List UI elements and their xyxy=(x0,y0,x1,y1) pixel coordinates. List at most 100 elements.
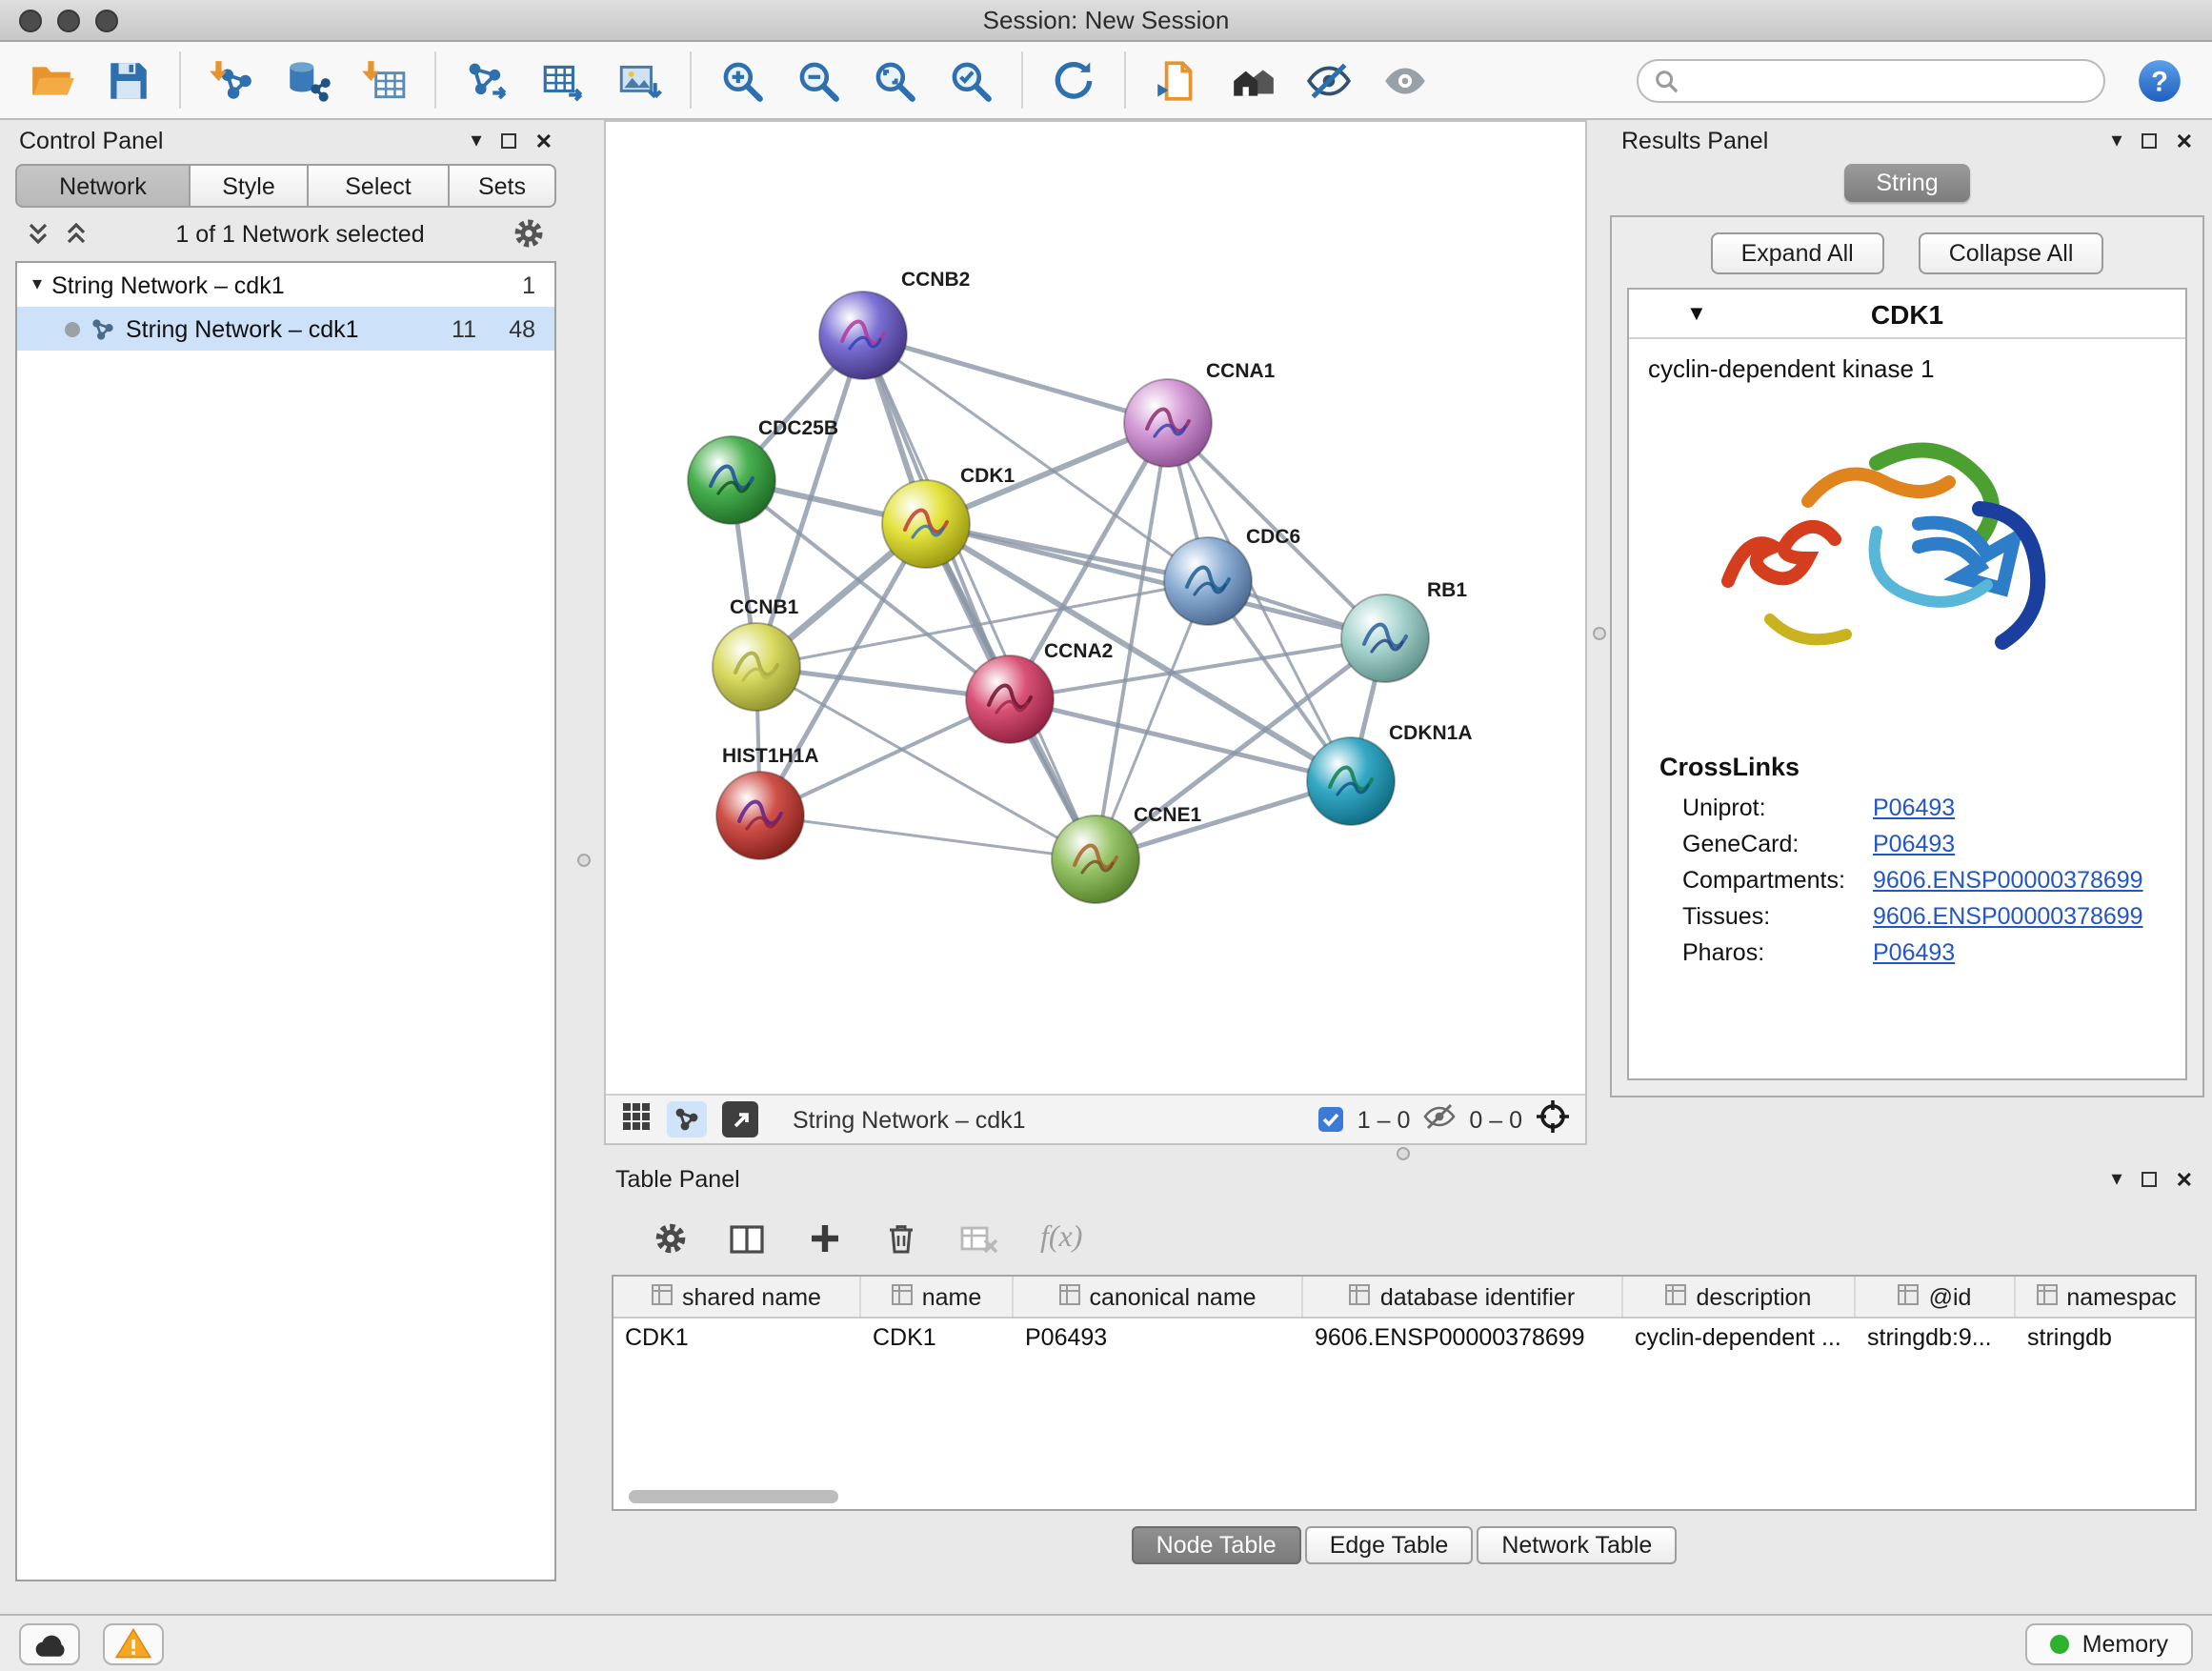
panel-menu-icon[interactable]: ▾ xyxy=(2112,1169,2122,1190)
zoom-window-button[interactable] xyxy=(95,10,118,32)
network-node-CCNB2[interactable]: CCNB2 xyxy=(819,269,970,379)
protein-section-header[interactable]: ▼ CDK1 xyxy=(1629,290,2185,339)
network-collection-row[interactable]: ▾ String Network – cdk1 1 xyxy=(17,263,554,307)
birds-eye-view-icon[interactable] xyxy=(621,1101,652,1137)
splitter-handle[interactable] xyxy=(1593,627,1606,640)
close-panel-icon[interactable]: ✕ xyxy=(2176,129,2193,153)
tab-string[interactable]: String xyxy=(1843,164,1970,202)
import-network-from-file-icon[interactable] xyxy=(206,54,257,106)
column-header[interactable]: canonical name xyxy=(1014,1277,1303,1317)
float-panel-icon[interactable] xyxy=(2142,133,2157,149)
refresh-icon[interactable] xyxy=(1048,54,1099,106)
new-network-icon[interactable] xyxy=(461,54,513,106)
gear-icon[interactable] xyxy=(513,217,545,250)
zoom-in-icon[interactable] xyxy=(716,54,768,106)
warning-status-button[interactable] xyxy=(103,1622,164,1664)
table-row[interactable]: CDK1CDK1P064939606.ENSP00000378699cyclin… xyxy=(613,1319,2195,1360)
crosslink-value-link[interactable]: 9606.ENSP00000378699 xyxy=(1873,902,2143,929)
hide-graphics-details-icon[interactable] xyxy=(1303,54,1355,106)
table-cell[interactable]: stringdb:9... xyxy=(1856,1319,2016,1360)
select-columns-icon[interactable] xyxy=(730,1222,766,1255)
export-image-icon[interactable] xyxy=(613,54,665,106)
table-cell[interactable]: 9606.ENSP00000378699 xyxy=(1303,1319,1623,1360)
tab-style[interactable]: Style xyxy=(191,164,309,208)
network-edge[interactable] xyxy=(863,335,1096,859)
zoom-out-icon[interactable] xyxy=(793,54,844,106)
column-header[interactable]: name xyxy=(861,1277,1014,1317)
fit-content-crosshair-icon[interactable] xyxy=(1536,1099,1570,1139)
collapse-section-caret-icon[interactable]: ▼ xyxy=(1686,302,1707,325)
zoom-selected-icon[interactable] xyxy=(945,54,996,106)
delete-column-icon[interactable] xyxy=(884,1221,918,1256)
network-node-CCNA1[interactable]: CCNA1 xyxy=(1124,360,1276,467)
horizontal-scrollbar[interactable] xyxy=(629,1490,838,1503)
network-edge[interactable] xyxy=(863,335,1168,423)
tab-select[interactable]: Select xyxy=(309,164,450,208)
tree-expand-caret-icon[interactable]: ▾ xyxy=(32,274,42,295)
crosslink-value-link[interactable]: P06493 xyxy=(1873,794,1955,820)
splitter-handle[interactable] xyxy=(1397,1147,1410,1160)
hidden-eye-slash-icon[interactable] xyxy=(1423,1103,1456,1136)
tab-edge-table[interactable]: Edge Table xyxy=(1305,1526,1474,1564)
close-panel-icon[interactable]: ✕ xyxy=(535,129,553,153)
collapse-all-icon[interactable] xyxy=(27,221,50,246)
crosslink-value-link[interactable]: 9606.ENSP00000378699 xyxy=(1873,866,2143,893)
panel-menu-icon[interactable]: ▾ xyxy=(2112,131,2122,151)
table-cell[interactable]: stringdb xyxy=(2016,1319,2197,1360)
show-graphics-details-icon[interactable] xyxy=(1379,54,1431,106)
tab-network[interactable]: Network xyxy=(15,164,191,208)
network-node-CDKN1A[interactable]: CDKN1A xyxy=(1307,722,1473,825)
network-edge[interactable] xyxy=(760,815,1096,859)
minimize-window-button[interactable] xyxy=(57,10,80,32)
tab-node-table[interactable]: Node Table xyxy=(1132,1526,1301,1564)
splitter-handle[interactable] xyxy=(577,854,591,867)
cloud-status-button[interactable] xyxy=(19,1622,80,1664)
table-cell[interactable]: P06493 xyxy=(1014,1319,1303,1360)
network-node-HIST1H1A[interactable]: HIST1H1A xyxy=(716,745,819,859)
crosslink-value-link[interactable]: P06493 xyxy=(1873,938,1955,965)
export-table-icon[interactable] xyxy=(537,54,589,106)
collapse-all-button[interactable]: Collapse All xyxy=(1919,232,2104,274)
network-row[interactable]: String Network – cdk1 11 48 xyxy=(17,307,554,351)
close-panel-icon[interactable]: ✕ xyxy=(2176,1167,2193,1192)
float-panel-icon[interactable] xyxy=(2142,1172,2157,1187)
import-network-from-database-icon[interactable] xyxy=(282,54,333,106)
network-node-CCNB1[interactable]: CCNB1 xyxy=(713,596,800,711)
network-node-RB1[interactable]: RB1 xyxy=(1341,579,1467,682)
selected-count-checkbox[interactable] xyxy=(1319,1107,1344,1132)
help-icon[interactable]: ? xyxy=(2134,54,2185,106)
table-cell[interactable]: CDK1 xyxy=(613,1319,861,1360)
network-node-CDC25B[interactable]: CDC25B xyxy=(688,417,838,524)
import-table-from-file-icon[interactable] xyxy=(358,54,410,106)
close-window-button[interactable] xyxy=(19,10,42,32)
table-cell[interactable]: CDK1 xyxy=(861,1319,1014,1360)
save-session-icon[interactable] xyxy=(103,54,154,106)
network-view-mode-icon[interactable] xyxy=(667,1101,707,1137)
home-icon[interactable] xyxy=(1227,54,1278,106)
column-header[interactable]: database identifier xyxy=(1303,1277,1623,1317)
gear-icon[interactable] xyxy=(654,1221,688,1256)
column-header[interactable]: namespac xyxy=(2016,1277,2195,1317)
memory-button[interactable]: Memory xyxy=(2025,1622,2193,1664)
open-session-icon[interactable] xyxy=(27,54,78,106)
clear-table-icon[interactable] xyxy=(960,1224,998,1253)
column-header[interactable]: @id xyxy=(1856,1277,2016,1317)
zoom-fit-icon[interactable] xyxy=(869,54,920,106)
column-header[interactable]: description xyxy=(1623,1277,1856,1317)
search-input[interactable] xyxy=(1690,67,2088,93)
expand-all-button[interactable]: Expand All xyxy=(1711,232,1884,274)
column-header[interactable]: shared name xyxy=(613,1277,861,1317)
crosslink-value-link[interactable]: P06493 xyxy=(1873,830,1955,856)
tab-network-table[interactable]: Network Table xyxy=(1477,1526,1677,1564)
add-column-icon[interactable] xyxy=(808,1221,842,1256)
duplicate-document-icon[interactable] xyxy=(1151,54,1202,106)
detach-view-icon[interactable] xyxy=(722,1101,758,1137)
network-canvas[interactable]: CCNB2CCNA1CDC25BCDK1CDC6RB1CCNB1CCNA2CDK… xyxy=(606,122,1585,1094)
function-builder-icon[interactable]: f(x) xyxy=(1040,1221,1082,1256)
tab-sets[interactable]: Sets xyxy=(450,164,556,208)
panel-menu-icon[interactable]: ▾ xyxy=(472,131,482,151)
table-cell[interactable]: cyclin-dependent ... xyxy=(1623,1319,1856,1360)
float-panel-icon[interactable] xyxy=(501,133,516,149)
expand-all-icon[interactable] xyxy=(65,221,88,246)
network-node-CDK1[interactable]: CDK1 xyxy=(882,465,1015,568)
